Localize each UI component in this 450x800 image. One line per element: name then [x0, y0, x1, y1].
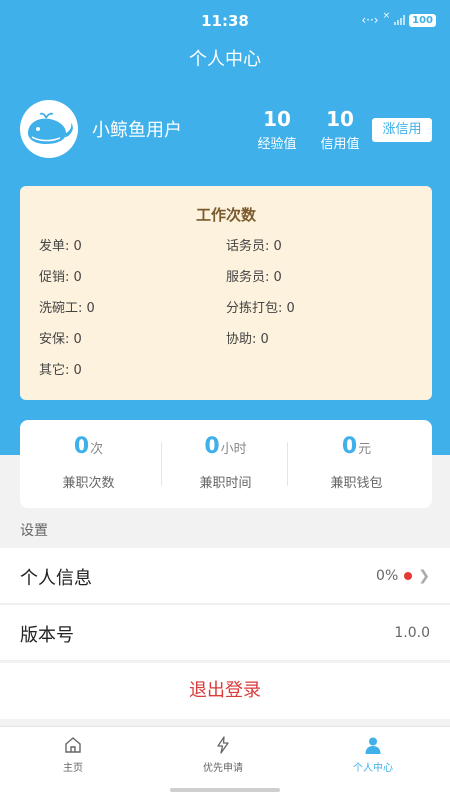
settings-section-label: 设置: [20, 523, 48, 539]
tab-home[interactable]: 主页: [18, 733, 128, 774]
work-count-item: 话务员: 0: [226, 239, 282, 254]
version-value: 1.0.0: [394, 625, 430, 641]
work-count-item: 分拣打包: 0: [226, 301, 295, 316]
personal-info-progress: 0%: [376, 568, 399, 584]
credit-value: 10: [326, 107, 354, 131]
home-icon: [65, 737, 81, 753]
status-icons: ‹··› × 100: [361, 11, 436, 27]
personal-info-status: 0% ❯: [376, 568, 430, 584]
raise-credit-button[interactable]: 涨信用: [372, 118, 432, 142]
work-count-item: 促销: 0: [39, 270, 82, 285]
work-count-title: 工作次数: [195, 206, 256, 224]
experience-stat: 10 经验值: [247, 107, 307, 152]
work-count-item: 洗碗工: 0: [39, 301, 95, 316]
chevron-right-icon: ❯: [418, 568, 430, 584]
part-time-hours-value: 0: [204, 434, 220, 459]
part-time-count-value: 0: [73, 434, 90, 459]
whale-icon: [28, 112, 73, 144]
status-bar: 11:38 ‹··› × 100: [0, 0, 450, 40]
part-time-count[interactable]: 0次 兼职次数: [20, 420, 157, 508]
work-count-item: 发单: 0: [39, 239, 82, 254]
part-time-summary-card: 0次 兼职次数 0小时 兼职时间 0元 兼职钱包: [20, 420, 432, 508]
battery-icon: 100: [409, 13, 436, 27]
person-icon: [365, 737, 381, 754]
no-signal-mark: ×: [382, 11, 391, 21]
home-indicator: [170, 788, 280, 792]
tab-priority-apply-label: 优先申请: [203, 763, 243, 774]
tab-profile[interactable]: 个人中心: [318, 733, 428, 774]
lightning-icon: [217, 736, 229, 754]
version-row: 版本号 1.0.0: [0, 605, 450, 661]
experience-label: 经验值: [257, 137, 297, 152]
part-time-wallet-label: 兼职钱包: [330, 476, 383, 491]
work-count-item: 服务员: 0: [226, 270, 282, 285]
notification-dot-icon: [404, 572, 413, 580]
work-count-item: 安保: 0: [39, 332, 82, 347]
logout-button[interactable]: 退出登录: [0, 663, 450, 719]
part-time-wallet[interactable]: 0元 兼职钱包: [288, 420, 425, 508]
work-count-item: 其它: 0: [39, 363, 82, 378]
tab-home-label: 主页: [63, 763, 83, 774]
tab-priority-apply[interactable]: 优先申请: [168, 733, 278, 774]
work-count-card: 工作次数 发单: 0 话务员: 0 促销: 0 服务员: 0 洗碗工: 0 分拣…: [20, 186, 432, 400]
page-title: 个人中心: [189, 49, 261, 70]
part-time-hours-unit: 小时: [220, 442, 247, 457]
avatar[interactable]: [20, 100, 78, 158]
personal-info-row[interactable]: 个人信息 0% ❯: [0, 548, 450, 604]
signal-icon: [394, 15, 406, 25]
credit-stat: 10 信用值: [310, 107, 370, 152]
part-time-hours[interactable]: 0小时 兼职时间: [157, 420, 294, 508]
username: 小鲸鱼用户: [92, 120, 182, 141]
part-time-count-unit: 次: [90, 442, 104, 457]
part-time-hours-label: 兼职时间: [199, 476, 252, 491]
credit-label: 信用值: [320, 137, 360, 152]
experience-value: 10: [263, 107, 291, 131]
part-time-count-label: 兼职次数: [62, 476, 115, 491]
tab-profile-label: 个人中心: [353, 763, 393, 774]
wifi-icon: ‹··›: [361, 13, 379, 27]
part-time-wallet-unit: 元: [358, 442, 372, 457]
work-count-item: 协助: 0: [226, 332, 269, 347]
version-label: 版本号: [20, 625, 74, 646]
part-time-wallet-value: 0: [341, 434, 358, 459]
personal-info-label: 个人信息: [20, 568, 92, 589]
